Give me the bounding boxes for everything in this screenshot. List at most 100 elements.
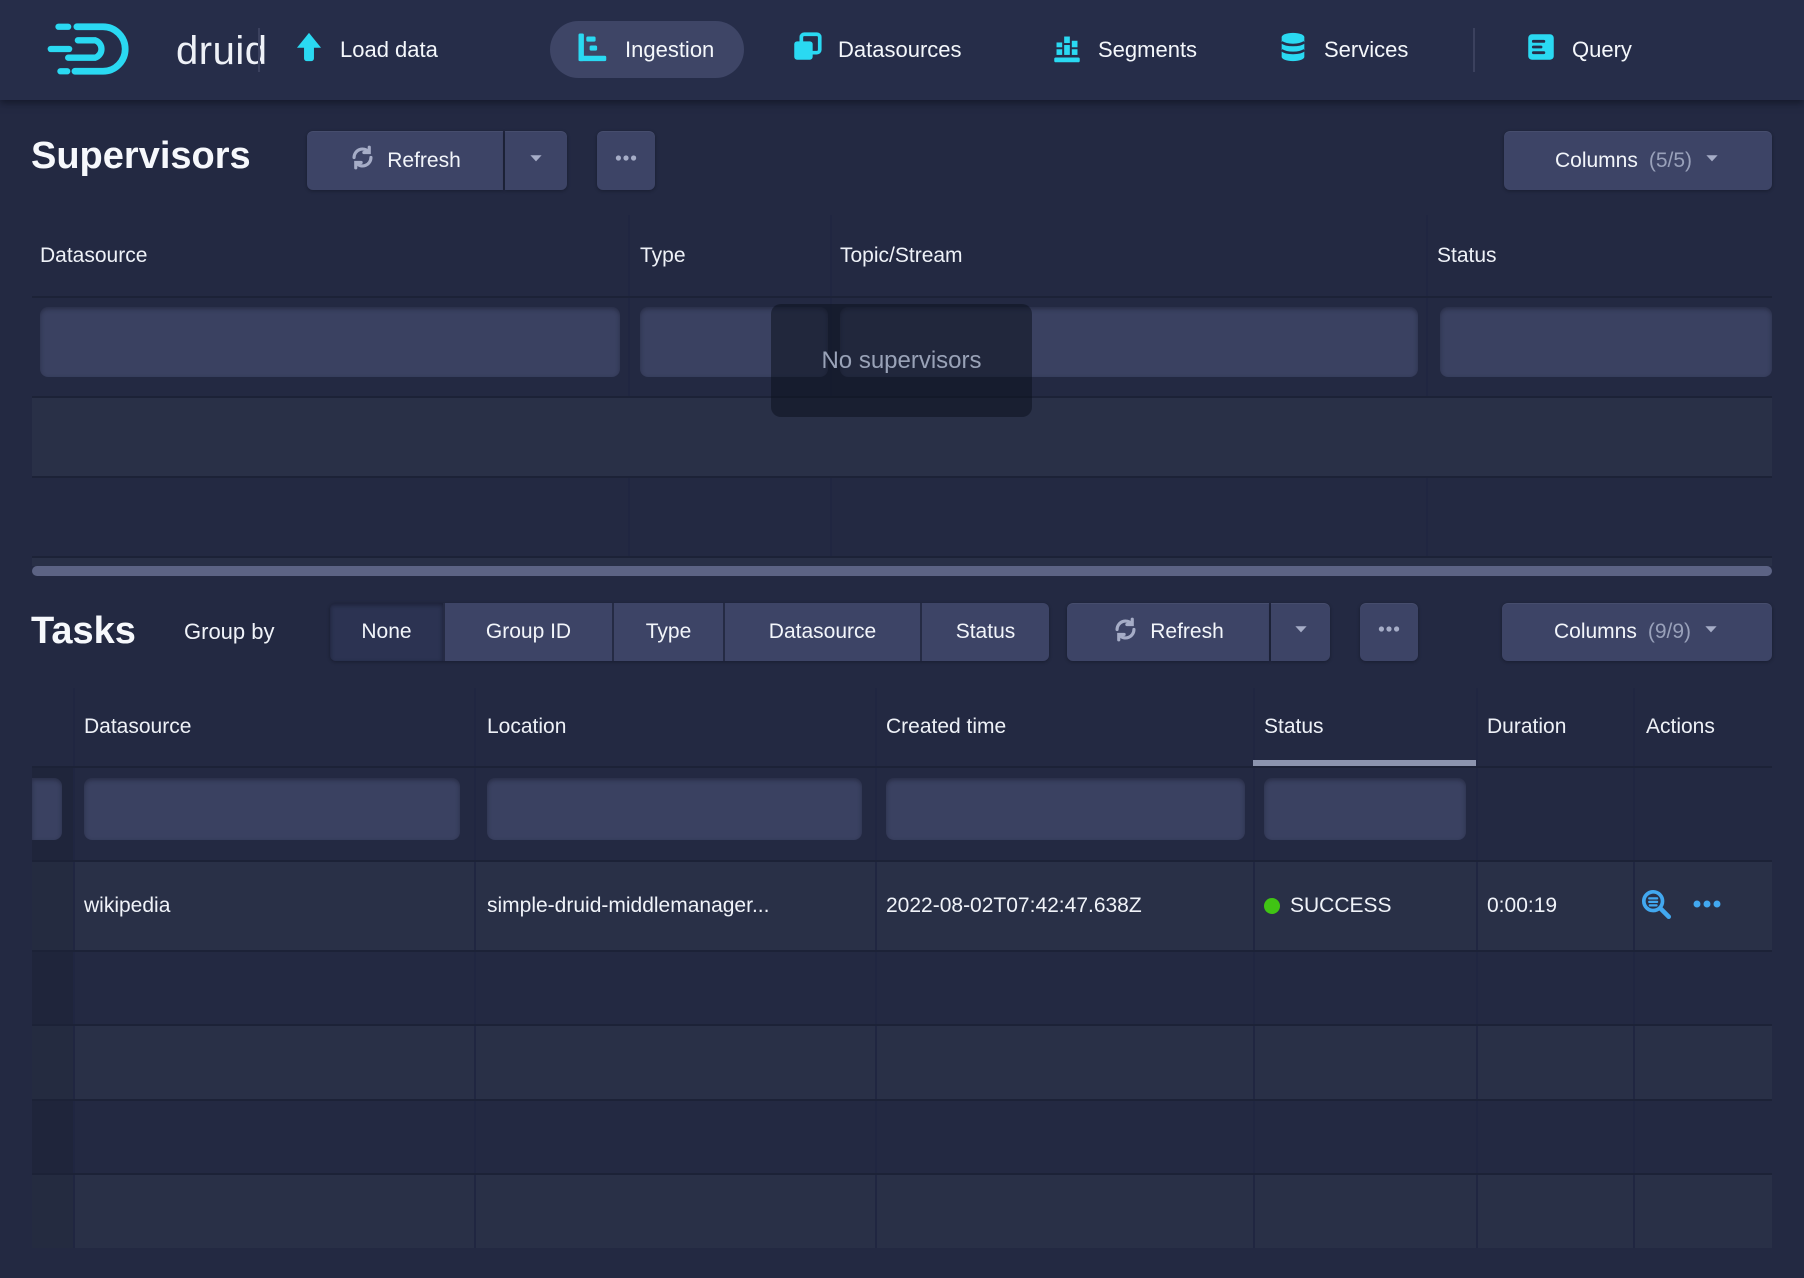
group-by-button-group: None Group ID Type Datasource Status bbox=[330, 603, 1049, 661]
datasources-icon bbox=[790, 30, 824, 70]
brand-name: druid bbox=[176, 29, 267, 74]
refresh-label: Refresh bbox=[387, 149, 461, 173]
nav-item-label: Ingestion bbox=[625, 37, 714, 63]
group-by-group-id-button[interactable]: Group ID bbox=[443, 603, 612, 661]
supervisors-more-button[interactable] bbox=[597, 131, 655, 190]
inspect-task-icon[interactable] bbox=[1639, 887, 1673, 926]
druid-logo-icon bbox=[46, 20, 158, 83]
status-text: SUCCESS bbox=[1290, 894, 1392, 918]
task-actions-more-icon[interactable] bbox=[1691, 888, 1723, 925]
cell-created-time: 2022-08-02T07:42:47.638Z bbox=[886, 862, 1142, 950]
tasks-columns-button[interactable]: Columns (9/9) bbox=[1502, 603, 1772, 661]
supervisors-refresh-menu-button[interactable] bbox=[505, 131, 567, 190]
segments-icon bbox=[1050, 30, 1084, 70]
nav-item-query[interactable]: Query bbox=[1524, 0, 1632, 100]
nav-item-label: Load data bbox=[340, 37, 438, 63]
table-row bbox=[32, 1175, 1772, 1248]
more-icon bbox=[1376, 616, 1402, 648]
tasks-refresh-button[interactable]: Refresh bbox=[1067, 603, 1269, 661]
group-by-status-button[interactable]: Status bbox=[920, 603, 1049, 661]
refresh-icon bbox=[349, 144, 376, 177]
druid-logo[interactable]: druid bbox=[46, 23, 267, 79]
column-header-duration[interactable]: Duration bbox=[1487, 688, 1566, 766]
tasks-refresh-menu-button[interactable] bbox=[1271, 603, 1330, 661]
column-header-actions[interactable]: Actions bbox=[1646, 688, 1715, 766]
nav-item-ingestion[interactable]: Ingestion bbox=[550, 21, 744, 78]
row-divider bbox=[32, 950, 1772, 952]
group-by-datasource-button[interactable]: Datasource bbox=[723, 603, 920, 661]
column-divider bbox=[1426, 215, 1428, 566]
chevron-down-icon bbox=[527, 149, 545, 173]
column-header-type[interactable]: Type bbox=[640, 215, 686, 296]
top-nav: druid Load data Ingestion bbox=[0, 0, 1804, 100]
cell-duration: 0:00:19 bbox=[1487, 862, 1557, 950]
columns-count: (5/5) bbox=[1649, 149, 1692, 173]
row-divider bbox=[32, 1099, 1772, 1101]
status-filter-input[interactable] bbox=[1264, 778, 1466, 840]
task-id-filter-input[interactable] bbox=[32, 778, 62, 840]
supervisors-refresh-button[interactable]: Refresh bbox=[307, 131, 503, 190]
empty-message: No supervisors bbox=[821, 347, 981, 375]
tasks-table: Datasource Location Created time Status … bbox=[32, 688, 1772, 1248]
cell-status: SUCCESS bbox=[1264, 862, 1392, 950]
horizontal-scrollbar[interactable] bbox=[32, 566, 1772, 576]
column-header-location[interactable]: Location bbox=[487, 688, 566, 766]
supervisors-columns-button[interactable]: Columns (5/5) bbox=[1504, 131, 1772, 190]
group-by-none-button[interactable]: None bbox=[330, 603, 443, 661]
column-divider bbox=[1476, 688, 1478, 1248]
nav-divider bbox=[258, 28, 260, 72]
header-divider bbox=[32, 766, 1772, 768]
nav-item-label: Segments bbox=[1098, 37, 1197, 63]
table-row bbox=[32, 1026, 1772, 1099]
tasks-more-button[interactable] bbox=[1360, 603, 1418, 661]
chevron-down-icon bbox=[1292, 620, 1310, 644]
created-time-filter-input[interactable] bbox=[886, 778, 1245, 840]
nav-item-segments[interactable]: Segments bbox=[1050, 0, 1197, 100]
nav-item-label: Services bbox=[1324, 37, 1408, 63]
refresh-icon bbox=[1112, 616, 1139, 649]
columns-label: Columns bbox=[1554, 620, 1637, 644]
column-divider bbox=[875, 688, 877, 1248]
status-filter-input[interactable] bbox=[1440, 307, 1772, 377]
column-header-datasource[interactable]: Datasource bbox=[84, 688, 191, 766]
cell-location: simple-druid-middlemanager... bbox=[487, 862, 769, 950]
columns-label: Columns bbox=[1555, 149, 1638, 173]
column-divider bbox=[628, 215, 630, 566]
column-header-datasource[interactable]: Datasource bbox=[40, 215, 147, 296]
columns-count: (9/9) bbox=[1648, 620, 1691, 644]
druid-console: druid Load data Ingestion bbox=[0, 0, 1804, 1278]
nav-item-label: Datasources bbox=[838, 37, 962, 63]
datasource-filter-input[interactable] bbox=[84, 778, 460, 840]
table-row bbox=[32, 558, 1772, 566]
group-by-type-button[interactable]: Type bbox=[612, 603, 723, 661]
column-header-created-time[interactable]: Created time bbox=[886, 688, 1006, 766]
status-success-dot bbox=[1264, 898, 1280, 914]
column-divider bbox=[73, 688, 75, 1248]
nav-item-label: Query bbox=[1572, 37, 1632, 63]
refresh-label: Refresh bbox=[1150, 620, 1224, 644]
more-icon bbox=[613, 145, 639, 177]
column-header-topic-stream[interactable]: Topic/Stream bbox=[840, 215, 963, 296]
column-header-status[interactable]: Status bbox=[1437, 215, 1497, 296]
header-divider bbox=[32, 296, 1772, 298]
nav-divider bbox=[1473, 28, 1475, 72]
query-icon bbox=[1524, 30, 1558, 70]
datasource-filter-input[interactable] bbox=[40, 307, 620, 377]
column-divider bbox=[1633, 688, 1635, 1248]
nav-item-datasources[interactable]: Datasources bbox=[790, 0, 962, 100]
ingestion-icon bbox=[574, 29, 610, 71]
chevron-down-icon bbox=[1703, 149, 1721, 173]
column-divider bbox=[1253, 688, 1255, 1248]
location-filter-input[interactable] bbox=[487, 778, 862, 840]
supervisors-table: Datasource Type Topic/Stream Status No s… bbox=[32, 215, 1772, 576]
cell-actions bbox=[1639, 862, 1723, 950]
services-icon bbox=[1276, 30, 1310, 70]
cell-datasource: wikipedia bbox=[84, 862, 170, 950]
supervisors-title: Supervisors bbox=[31, 135, 251, 178]
nav-item-services[interactable]: Services bbox=[1276, 0, 1408, 100]
row-divider bbox=[32, 1024, 1772, 1026]
nav-item-load-data[interactable]: Load data bbox=[292, 0, 438, 100]
tasks-title: Tasks bbox=[31, 610, 136, 653]
column-header-status[interactable]: Status bbox=[1264, 688, 1324, 766]
table-row[interactable]: wikipedia simple-druid-middlemanager... … bbox=[32, 862, 1772, 950]
